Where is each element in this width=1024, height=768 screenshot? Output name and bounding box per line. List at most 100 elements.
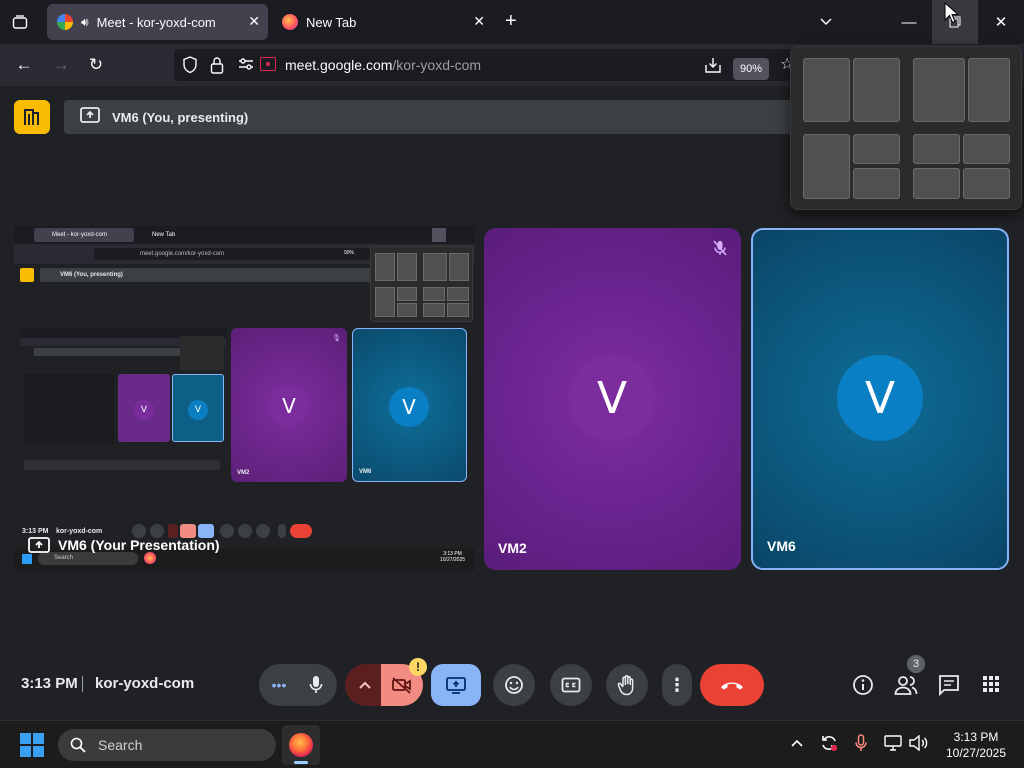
windows-taskbar: Search 3:13 PM 10/27/2025 <box>0 720 1024 768</box>
avatar: V <box>569 355 655 441</box>
show-hidden-icons-icon[interactable] <box>790 735 804 752</box>
screen-sharing-icon[interactable] <box>260 57 276 71</box>
more-actions-button[interactable]: ⋮ <box>662 664 692 706</box>
mini-ctrl <box>278 524 286 538</box>
snap-zone[interactable] <box>963 168 1010 199</box>
network-icon[interactable] <box>884 735 902 755</box>
close-tab-icon[interactable]: ✕ <box>473 13 485 30</box>
forward-icon[interactable]: → <box>50 54 72 76</box>
present-screen-icon <box>28 537 50 553</box>
shield-icon[interactable] <box>182 56 198 79</box>
tab-list-icon[interactable] <box>10 12 30 32</box>
warning-badge: ! <box>409 658 427 676</box>
mini-presentation-tile: V V <box>20 328 226 482</box>
mini-meeting-code: kor-yoxd-com <box>56 528 103 535</box>
mini-ctrl <box>132 524 146 538</box>
mini-ctrl <box>238 524 252 538</box>
minimize-button[interactable]: — <box>886 0 932 44</box>
clock-date: 10/27/2025 <box>945 746 1007 760</box>
windows-start-icon[interactable] <box>20 733 44 762</box>
zoom-level[interactable]: 90% <box>733 58 769 80</box>
presenting-banner-text: VM6 (You, presenting) <box>112 109 249 125</box>
snap-zone[interactable] <box>803 134 850 199</box>
close-tab-icon[interactable]: ✕ <box>248 13 260 30</box>
snap-zone[interactable] <box>853 134 900 164</box>
permissions-icon[interactable] <box>238 57 254 76</box>
tab-meet[interactable]: 🔊︎ Meet - kor-yoxd-com ✕ <box>47 4 268 40</box>
mini-ctrl <box>256 524 270 538</box>
raise-hand-button[interactable] <box>606 664 648 706</box>
speaker-icon[interactable]: 🔊︎ <box>81 15 89 30</box>
mini-tab-bar: Meet - kor-yoxd-com New Tab <box>14 226 475 244</box>
presentation-label: VM6 (Your Presentation) <box>28 537 220 553</box>
snap-zone[interactable] <box>803 58 850 122</box>
firefox-taskbar-icon[interactable] <box>282 725 320 765</box>
present-now-button[interactable] <box>431 664 481 706</box>
activities-grid-icon[interactable] <box>982 675 1000 698</box>
tab-title: Meet - kor-yoxd-com <box>96 14 216 30</box>
snap-zone[interactable] <box>968 58 1010 122</box>
avatar: V <box>837 355 923 441</box>
leave-call-button[interactable] <box>700 664 764 706</box>
reactions-button[interactable] <box>493 664 535 706</box>
mini-restore-button <box>432 228 446 242</box>
clock[interactable]: 3:13 PM 10/27/2025 <box>936 729 1016 761</box>
firefox-favicon <box>282 14 298 30</box>
reload-icon[interactable]: ↻ <box>85 54 107 76</box>
mic-icon <box>309 676 323 693</box>
more-options-button[interactable]: ••• <box>259 664 299 706</box>
snap-zone[interactable] <box>853 168 900 199</box>
snap-zone[interactable] <box>963 134 1010 164</box>
captions-button[interactable] <box>550 664 592 706</box>
close-window-button[interactable]: ✕ <box>978 0 1024 44</box>
url-bar[interactable]: meet.google.com/kor-yoxd-com 90% ☆ <box>174 49 814 81</box>
mic-button[interactable] <box>295 664 337 706</box>
taskbar-search[interactable]: Search <box>58 729 276 761</box>
presentation-tile[interactable]: Meet - kor-yoxd-com New Tab meet.google.… <box>14 226 475 571</box>
url-text[interactable]: meet.google.com/kor-yoxd-com <box>285 57 481 73</box>
snap-zone[interactable] <box>913 168 960 199</box>
mini-ctrl <box>168 524 178 538</box>
meeting-controls: 3:13 PM kor-yoxd-com ••• ! ⋮ 3 <box>0 655 1024 716</box>
search-placeholder: Search <box>98 737 143 753</box>
mini-zoom: 90% <box>344 250 355 256</box>
people-icon[interactable] <box>894 674 918 701</box>
participant-tile-vm6[interactable]: V VM6 <box>751 228 1009 570</box>
mini-mic-off-icon: 🎙︎ <box>332 335 341 342</box>
participant-tile-vm2[interactable]: V VM2 <box>484 228 741 570</box>
new-tab-button[interactable]: + <box>505 10 517 33</box>
save-to-pocket-icon[interactable] <box>704 56 722 79</box>
mini-tab: Meet - kor-yoxd-com <box>34 228 134 242</box>
camera-options-button[interactable] <box>345 664 385 706</box>
snap-zone[interactable] <box>913 58 965 122</box>
chat-icon[interactable] <box>938 674 960 701</box>
microphone-in-use-icon[interactable] <box>855 734 867 756</box>
present-screen-icon <box>446 677 466 694</box>
meeting-details-icon[interactable] <box>852 674 874 701</box>
snap-zone[interactable] <box>853 58 900 122</box>
mini-banner: VM6 (You, presenting) <box>40 268 380 282</box>
mini-tile-vm6: V VM6 <box>352 328 467 482</box>
presentation-label-text: VM6 (Your Presentation) <box>58 537 220 553</box>
volume-icon[interactable] <box>908 734 928 755</box>
sync-icon[interactable] <box>820 734 838 756</box>
list-all-tabs-icon[interactable] <box>803 0 849 44</box>
participant-name: VM6 <box>767 538 796 554</box>
mini-tab: New Tab <box>152 232 176 238</box>
mini-clock-date: 10/27/2025 <box>440 557 466 563</box>
mouse-cursor <box>944 1 960 29</box>
divider <box>82 676 83 692</box>
mini-time: 3:13 PM <box>22 528 49 535</box>
tab-new-tab[interactable]: New Tab ✕ <box>272 4 493 40</box>
camera-off-icon <box>392 677 411 694</box>
meet-activity-icon[interactable] <box>14 100 50 134</box>
mini-ctrl <box>150 524 164 538</box>
mini-ctrl <box>220 524 234 538</box>
meet-favicon <box>57 14 73 30</box>
back-icon[interactable]: ← <box>13 54 35 76</box>
emoji-icon <box>505 676 523 694</box>
lock-icon[interactable] <box>210 56 224 79</box>
snap-zone[interactable] <box>913 134 960 164</box>
participant-name: VM2 <box>498 540 527 556</box>
snap-layouts-popup <box>790 46 1022 210</box>
